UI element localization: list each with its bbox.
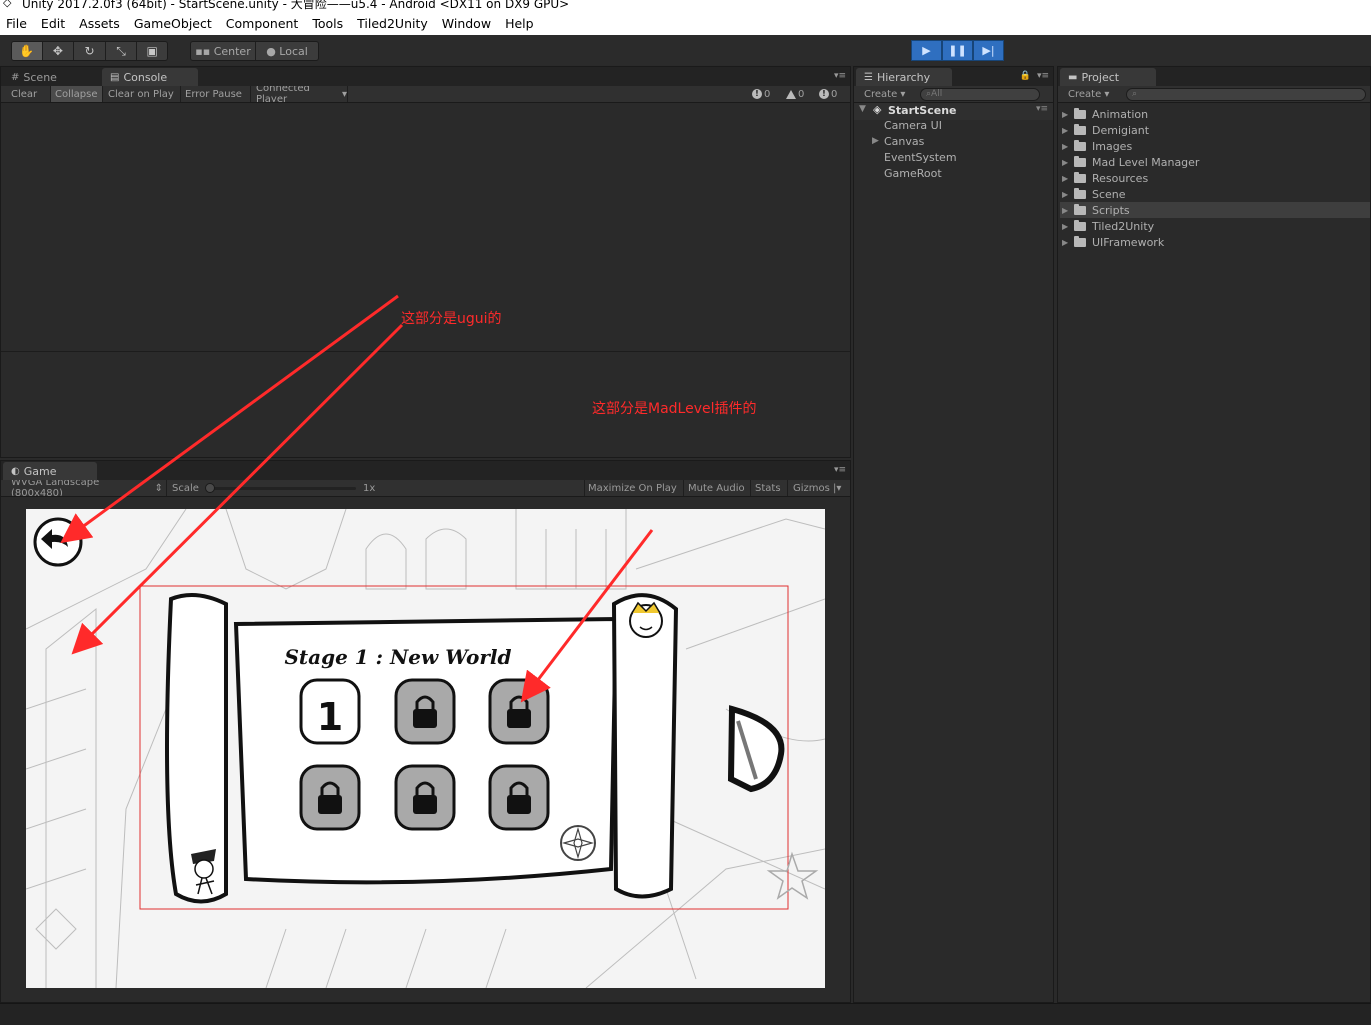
annotation-arrow (520, 529, 654, 703)
annotation-madlevel: 这部分是MadLevel插件的 (592, 401, 757, 417)
annotation-arrow (60, 294, 399, 544)
annotation-ugui: 这部分是ugui的 (401, 311, 502, 327)
annotation-arrow (71, 323, 404, 655)
status-bar (0, 1003, 1371, 1025)
annotation-overlay (60, 294, 654, 703)
